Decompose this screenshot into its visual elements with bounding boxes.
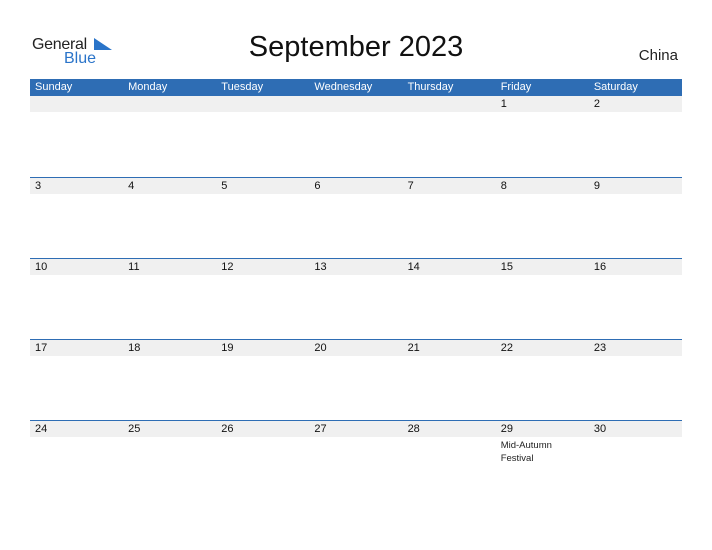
day-number: 29 xyxy=(495,421,589,437)
day-cell: 17 xyxy=(30,340,124,420)
day-cell: 9 xyxy=(588,178,682,258)
day-cell: 12 xyxy=(216,259,310,339)
weekday-friday: Friday xyxy=(500,81,532,93)
day-cell: 15 xyxy=(495,259,589,339)
day-number: 7 xyxy=(402,178,496,194)
day-cell: 29 Mid-Autumn Festival xyxy=(495,421,589,501)
day-number: 17 xyxy=(30,340,124,356)
day-cell: 22 xyxy=(495,340,589,420)
day-cell xyxy=(30,96,124,177)
week-row: 17 18 19 20 21 22 23 xyxy=(30,339,682,420)
day-cell: 8 xyxy=(495,178,589,258)
day-cell: 2 xyxy=(588,96,682,177)
weekday-sunday: Sunday xyxy=(35,81,73,93)
day-cell xyxy=(402,96,496,177)
day-number: 16 xyxy=(588,259,682,275)
weeks-container: 1 2 3 4 5 6 7 8 9 10 11 12 13 14 15 16 17 18 19 20 21 22 23 24 2… xyxy=(30,96,682,501)
weekday-tuesday: Tuesday xyxy=(221,81,264,93)
day-cell: 14 xyxy=(402,259,496,339)
day-cell: 19 xyxy=(216,340,310,420)
day-number: 11 xyxy=(123,259,217,275)
day-cell: 5 xyxy=(216,178,310,258)
calendar-grid: Sunday Monday Tuesday Wednesday Thursday Frid… xyxy=(30,79,682,501)
day-cell: 26 xyxy=(216,421,310,501)
day-cell: 16 xyxy=(588,259,682,339)
day-cell: 27 xyxy=(309,421,403,501)
day-number: 2 xyxy=(588,96,682,112)
day-cell: 21 xyxy=(402,340,496,420)
day-number: 10 xyxy=(30,259,124,275)
day-number: 26 xyxy=(216,421,310,437)
day-cell xyxy=(123,96,217,177)
week-row: 10 11 12 13 14 15 16 xyxy=(30,258,682,339)
day-number: 27 xyxy=(309,421,403,437)
page-title: September 2023 xyxy=(248,31,464,63)
weekday-wednesday: Wednesday xyxy=(314,81,373,93)
day-cell: 11 xyxy=(123,259,217,339)
day-cell: 24 xyxy=(30,421,124,501)
day-number: 4 xyxy=(123,178,217,194)
weekday-monday: Monday xyxy=(128,81,168,93)
country-label: China xyxy=(638,47,678,64)
week-row: 24 25 26 27 28 29 Mid-Autumn Festival 30 xyxy=(30,420,682,501)
day-number: 5 xyxy=(216,178,310,194)
day-cell: 28 xyxy=(402,421,496,501)
day-cell: 3 xyxy=(30,178,124,258)
day-number xyxy=(216,96,310,112)
day-cell: 1 xyxy=(495,96,589,177)
weekday-saturday: Saturday xyxy=(593,81,638,93)
holiday-event: Mid-Autumn Festival xyxy=(500,440,552,464)
day-number xyxy=(30,96,124,112)
day-number: 23 xyxy=(588,340,682,356)
day-cell: 18 xyxy=(123,340,217,420)
day-number: 25 xyxy=(123,421,217,437)
week-row: 12 xyxy=(30,96,682,177)
day-cell: 20 xyxy=(309,340,403,420)
day-cell xyxy=(216,96,310,177)
day-cell: 23 xyxy=(588,340,682,420)
weekday-thursday: Thursday xyxy=(407,81,454,93)
day-number: 30 xyxy=(588,421,682,437)
day-cell: 4 xyxy=(123,178,217,258)
day-number: 15 xyxy=(495,259,589,275)
week-row: 3456789 xyxy=(30,177,682,258)
day-number: 14 xyxy=(402,259,496,275)
weekday-header: Sunday Monday Tuesday Wednesday Thursday Frid… xyxy=(30,79,682,96)
day-number: 6 xyxy=(309,178,403,194)
day-cell: 25 xyxy=(123,421,217,501)
day-cell: 7 xyxy=(402,178,496,258)
day-number: 20 xyxy=(309,340,403,356)
day-cell xyxy=(309,96,403,177)
day-number: 18 xyxy=(123,340,217,356)
day-cell: 13 xyxy=(309,259,403,339)
day-number: 9 xyxy=(588,178,682,194)
day-cell: 10 xyxy=(30,259,124,339)
day-number xyxy=(123,96,217,112)
day-number: 28 xyxy=(402,421,496,437)
day-number: 1 xyxy=(495,96,589,112)
day-number: 24 xyxy=(30,421,124,437)
day-number: 22 xyxy=(495,340,589,356)
day-cell: 6 xyxy=(309,178,403,258)
day-number: 3 xyxy=(30,178,124,194)
day-number: 12 xyxy=(216,259,310,275)
day-number: 13 xyxy=(309,259,403,275)
day-number xyxy=(402,96,496,112)
day-number xyxy=(309,96,403,112)
day-number: 19 xyxy=(216,340,310,356)
day-number: 8 xyxy=(495,178,589,194)
day-cell: 30 xyxy=(588,421,682,501)
day-number: 21 xyxy=(402,340,496,356)
